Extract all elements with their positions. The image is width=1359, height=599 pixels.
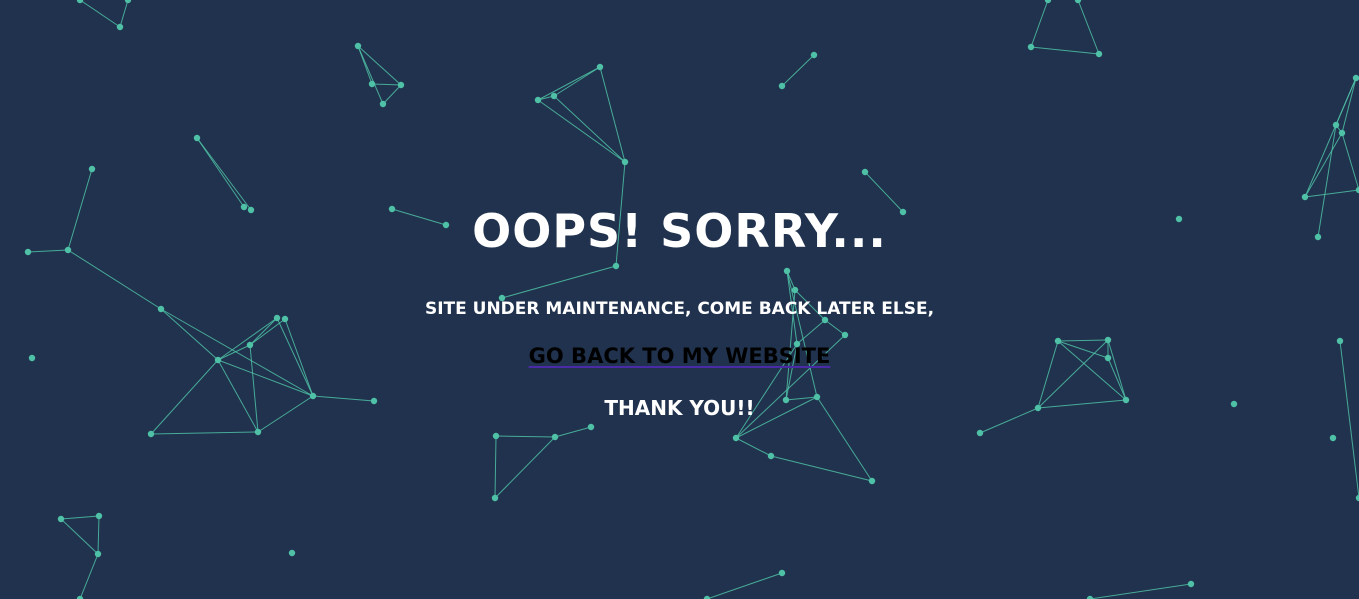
message-container: OOPS! SORRY... SITE UNDER MAINTENANCE, C…: [0, 0, 1359, 599]
back-link-wrapper: GO BACK TO MY WEBSITE: [0, 340, 1359, 374]
maintenance-message: SITE UNDER MAINTENANCE, COME BACK LATER …: [424, 299, 935, 319]
thank-you-text: THANK YOU!!: [604, 396, 755, 420]
page-title: OOPS! SORRY...: [472, 204, 887, 258]
back-to-website-link[interactable]: GO BACK TO MY WEBSITE: [529, 344, 831, 368]
maintenance-page: OOPS! SORRY... SITE UNDER MAINTENANCE, C…: [0, 0, 1359, 599]
